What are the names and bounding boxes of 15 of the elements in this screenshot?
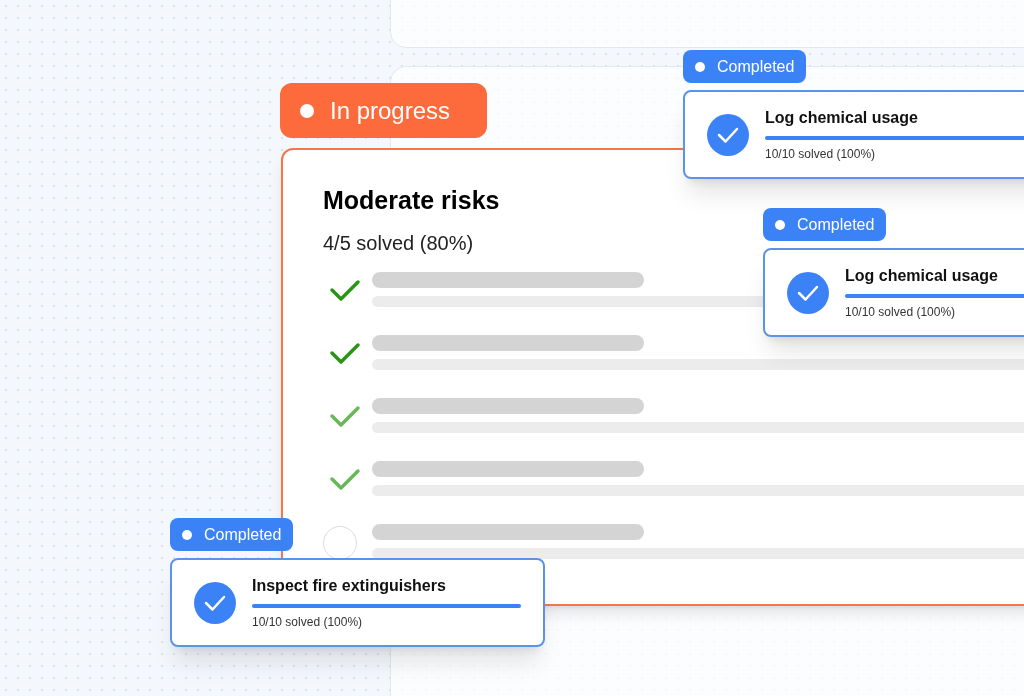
task-title: Log chemical usage <box>765 108 919 128</box>
status-label: In progress <box>330 95 451 126</box>
task-title: Inspect fire extinguishers <box>252 576 447 596</box>
check-circle-icon <box>707 113 749 156</box>
task-title: Log chemical usage <box>845 266 999 286</box>
check-circle-icon <box>787 271 829 314</box>
task-summary: 10/10 solved (100%) <box>845 304 957 321</box>
card-summary: 4/5 solved (80%) <box>323 230 475 256</box>
status-label: Completed <box>717 56 795 77</box>
check-circle-icon <box>194 581 236 624</box>
task-summary: 10/10 solved (100%) <box>765 146 877 163</box>
card-title: Moderate risks <box>323 185 501 216</box>
status-label: Completed <box>204 524 282 545</box>
task-summary: 10/10 solved (100%) <box>252 614 364 631</box>
status-label: Completed <box>797 214 875 235</box>
